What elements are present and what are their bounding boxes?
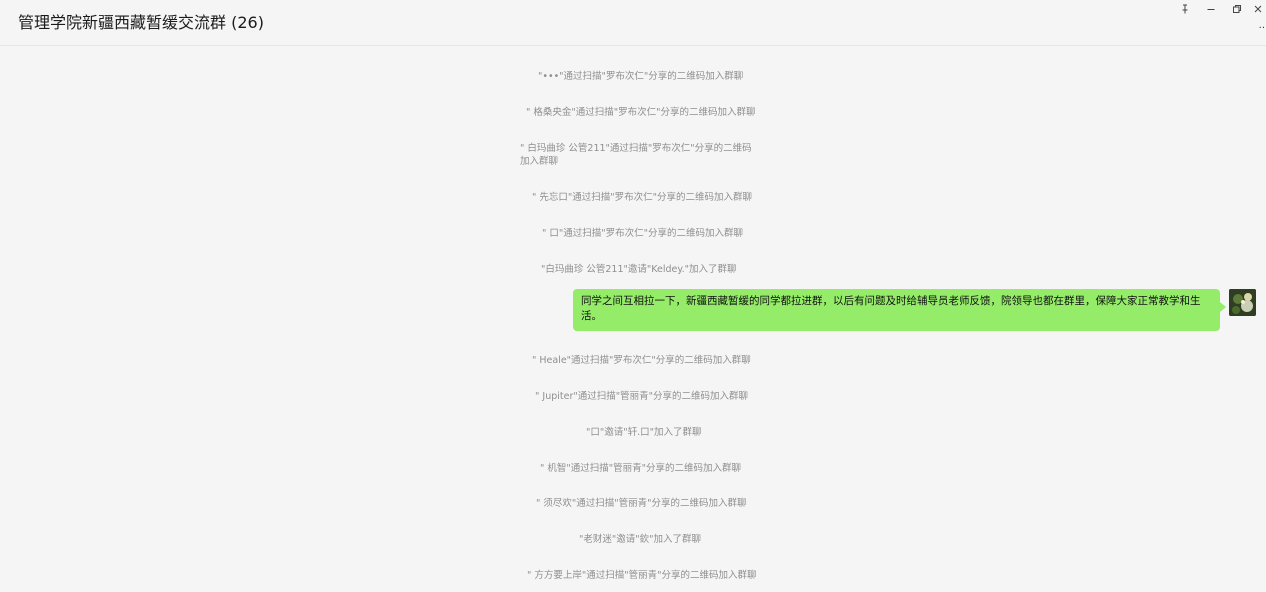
- system-message: " 机智"通过扫描"管丽青"分享的二维码加入群聊: [536, 460, 745, 477]
- message-list[interactable]: "•••"通过扫描"罗布次仁"分享的二维码加入群聊 " 格桑央金"通过扫描"罗布…: [0, 47, 1266, 592]
- chat-window: 管理学院新疆西藏暂缓交流群 (26) .. "•••"通过扫描"罗布次仁"分享的…: [0, 0, 1266, 592]
- title-bar: 管理学院新疆西藏暂缓交流群 (26) ..: [0, 0, 1266, 46]
- system-message: " Heale"通过扫描"罗布次仁"分享的二维码加入群聊: [528, 352, 755, 369]
- avatar[interactable]: [1229, 289, 1256, 316]
- system-message: " 先忘口"通过扫描"罗布次仁"分享的二维码加入群聊: [528, 189, 756, 206]
- system-message: "•••"通过扫描"罗布次仁"分享的二维码加入群聊: [534, 68, 748, 85]
- window-controls: [1172, 0, 1266, 20]
- system-message: " Jupiter"通过扫描"管丽青"分享的二维码加入群聊: [531, 388, 752, 405]
- system-message: "口"邀请"轩.口"加入了群聊: [582, 424, 706, 441]
- self-message-bubble[interactable]: 同学之间互相拉一下，新疆西藏暂缓的同学都拉进群，以后有问题及时给辅导员老师反馈，…: [573, 289, 1220, 331]
- system-message: " 方方要上岸"通过扫描"管丽青"分享的二维码加入群聊: [523, 567, 761, 584]
- system-message: " 格桑央金"通过扫描"罗布次仁"分享的二维码加入群聊: [522, 104, 760, 121]
- more-options-button[interactable]: ..: [1259, 20, 1265, 31]
- system-message: "老财迷"邀请"欽"加入了群聊: [575, 531, 705, 548]
- system-message: " 口"通过扫描"罗布次仁"分享的二维码加入群聊: [538, 225, 747, 242]
- bubble-tail: [1220, 302, 1226, 312]
- close-icon[interactable]: [1250, 0, 1266, 18]
- restore-icon[interactable]: [1224, 0, 1250, 18]
- system-message: " 须尽欢"通过扫描"管丽青"分享的二维码加入群聊: [532, 495, 751, 512]
- system-message: "白玛曲珍 公管211"邀请"Keldey."加入了群聊: [537, 261, 741, 278]
- pin-icon[interactable]: [1172, 0, 1198, 18]
- chat-title: 管理学院新疆西藏暂缓交流群 (26): [18, 13, 264, 32]
- system-message: " 白玛曲珍 公管211"通过扫描"罗布次仁"分享的二维码加入群聊: [516, 140, 762, 170]
- minimize-icon[interactable]: [1198, 0, 1224, 18]
